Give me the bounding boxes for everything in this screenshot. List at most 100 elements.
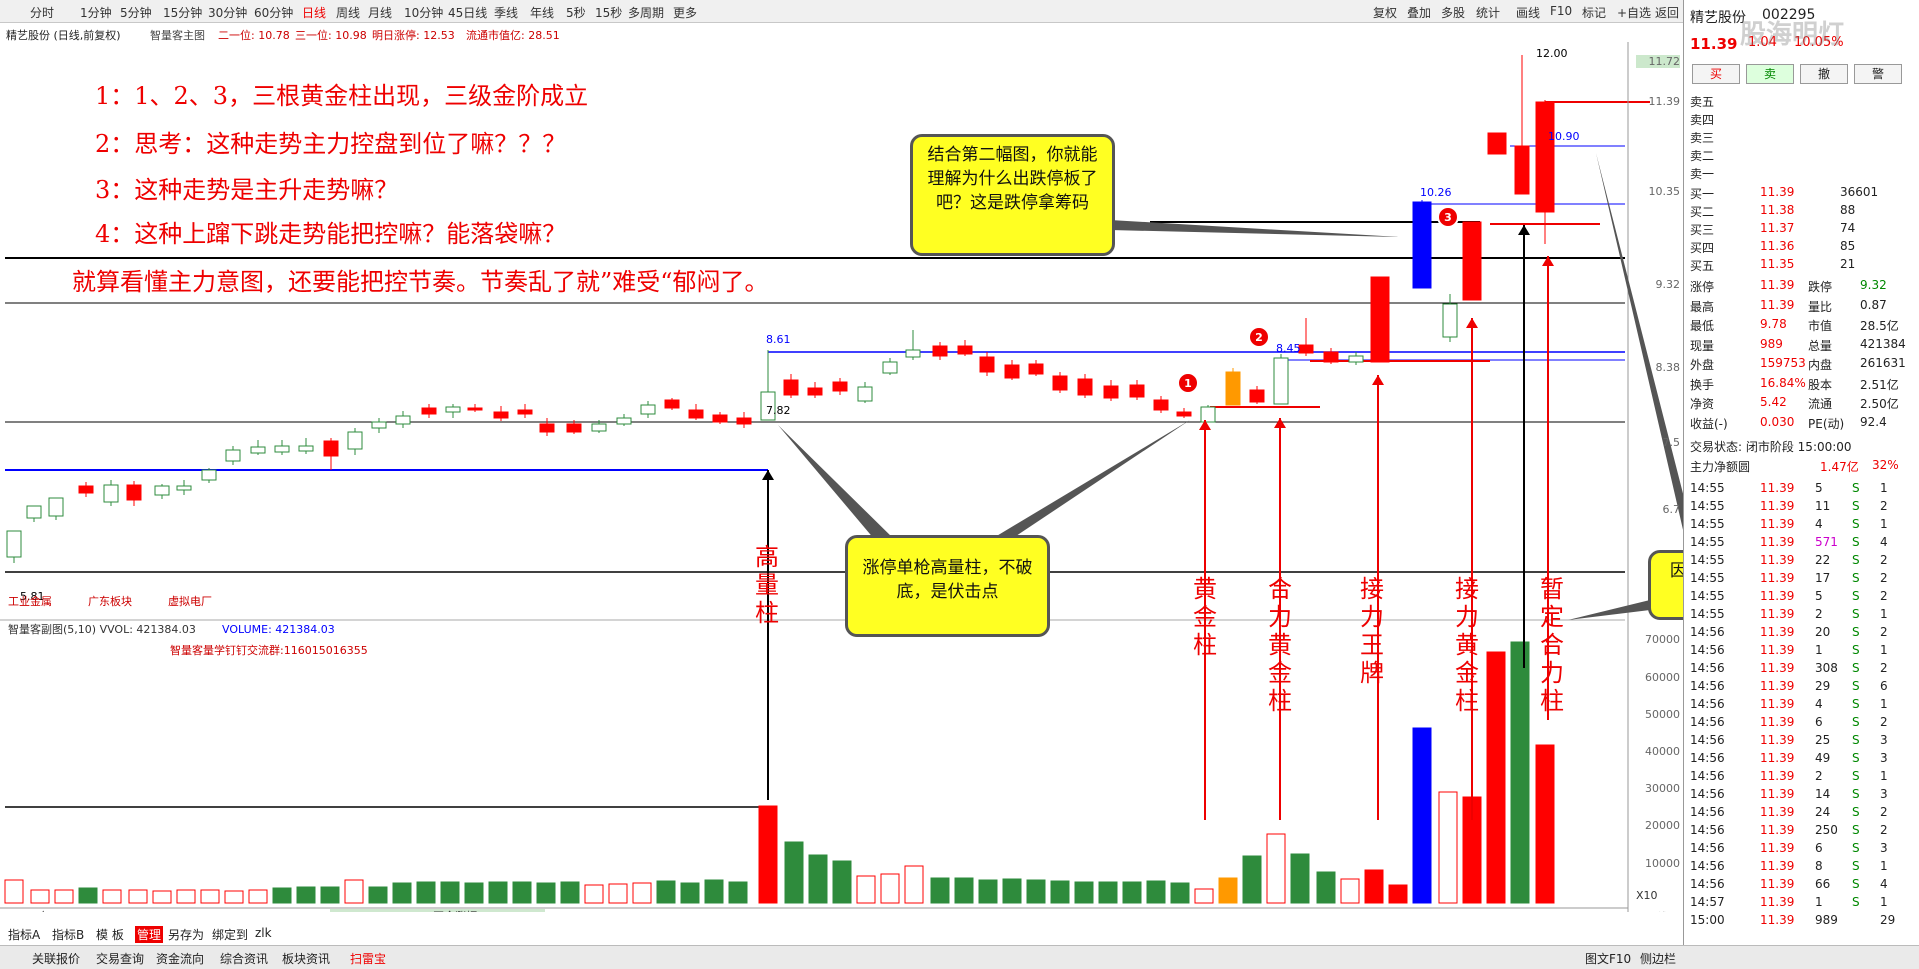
quote-cell: S	[1852, 805, 1860, 819]
indicator-tab[interactable]: 模 板	[96, 926, 124, 943]
candle-body	[736, 417, 752, 425]
quote-cell: 11.39	[1760, 553, 1795, 567]
toolbar-button[interactable]: F10	[1550, 4, 1572, 18]
indicator-tab[interactable]: 指标A	[8, 926, 40, 943]
period-tab[interactable]: 日线	[302, 4, 326, 21]
quote-cell: 11.39	[1760, 877, 1795, 891]
volume-bar	[930, 877, 950, 904]
toolbar-button[interactable]: 返回	[1655, 4, 1679, 21]
volume-bar	[176, 889, 196, 904]
quote-cell: 11.39	[1760, 895, 1795, 909]
indicator-tab[interactable]: zlk	[255, 926, 272, 940]
sector-tag: 广东板块	[88, 594, 132, 608]
indicator-tab[interactable]: 管理	[135, 926, 164, 943]
period-tab[interactable]: 60分钟	[254, 4, 293, 21]
period-tab[interactable]: 月线	[368, 4, 392, 21]
f10-button[interactable]: 图文F10	[1585, 950, 1631, 967]
period-tab[interactable]: 1分钟	[80, 4, 112, 21]
period-tab[interactable]: 年线	[530, 4, 554, 21]
candle-body	[274, 445, 290, 453]
period-tab[interactable]: 多周期	[628, 4, 664, 21]
candle-body	[1004, 364, 1020, 379]
volume-bar	[152, 890, 172, 904]
quote-cell: 11	[1815, 499, 1831, 513]
golden-marker-num: 3	[1444, 211, 1452, 224]
quote-cell: 卖五	[1690, 95, 1715, 109]
period-tab[interactable]: 周线	[336, 4, 360, 21]
quote-cell: 3	[1880, 787, 1888, 801]
buy-button[interactable]: 买	[1692, 64, 1740, 84]
quote-cell: 0.87	[1860, 297, 1887, 312]
info-tab[interactable]: 板块资讯	[282, 950, 330, 967]
sidebar-button[interactable]: 侧边栏	[1640, 950, 1676, 967]
volume-bar	[320, 886, 340, 904]
quote-cell: 11.39	[1760, 481, 1795, 495]
period-tab[interactable]: 5分钟	[120, 4, 152, 21]
quote-row: 外盘 159753 内盘 261631	[1690, 355, 1913, 373]
toolbar-button[interactable]: 多股	[1441, 4, 1465, 21]
price-tick: 8.38	[1655, 361, 1681, 374]
indicator-name[interactable]: 智量客主图	[150, 27, 205, 43]
period-tab[interactable]: 15分钟	[163, 4, 202, 21]
quote-cell: 11.39	[1760, 679, 1795, 693]
quote-cell: 14:55	[1690, 607, 1725, 621]
period-tab[interactable]: 更多	[673, 4, 697, 21]
candle-body	[1153, 399, 1169, 411]
volume-bar	[978, 879, 998, 904]
quote-cell: 6	[1815, 715, 1823, 729]
annotation-5: 就算看懂主力意图，还要能把控节奏。节奏乱了就”难受“郁闷了。	[72, 268, 769, 296]
quote-row: 14:55 11.39 22 S 2	[1690, 552, 1913, 570]
quote-cell: 2	[1815, 769, 1823, 783]
period-tab[interactable]: 10分钟	[404, 4, 443, 21]
indicator-tab[interactable]: 绑定到	[212, 926, 248, 943]
candle-body	[1200, 406, 1216, 423]
quote-cell: 2	[1880, 589, 1888, 603]
period-tab[interactable]: 季线	[494, 4, 518, 21]
volume-bar	[78, 887, 98, 904]
toolbar-button[interactable]: 统计	[1476, 4, 1500, 21]
sector-tag: 工业金属	[8, 594, 52, 608]
volume-bar	[1388, 884, 1408, 904]
label-provisional: 暂定合力柱	[1540, 575, 1564, 715]
sell-button[interactable]: 卖	[1746, 64, 1794, 84]
cancel-button[interactable]: 撤	[1800, 64, 1848, 84]
period-tab[interactable]: 45日线	[448, 4, 487, 21]
volume-bar	[4, 879, 24, 904]
toolbar-button[interactable]: +自选	[1617, 4, 1651, 21]
candle-body	[1535, 101, 1555, 213]
period-tab[interactable]: 30分钟	[208, 4, 247, 21]
period-tab[interactable]: 5秒	[566, 4, 586, 21]
volume-bar	[416, 881, 436, 904]
label-high-volume: 高量柱	[755, 543, 779, 627]
info-tab[interactable]: 综合资讯	[220, 950, 268, 967]
quote-cell: 11.39	[1760, 571, 1795, 585]
quote-cell: 92.4	[1860, 414, 1887, 429]
quote-cell: 3	[1880, 751, 1888, 765]
indicator-tab[interactable]: 另存为	[168, 926, 204, 943]
toolbar-button[interactable]: 复权	[1373, 4, 1397, 21]
info-tab[interactable]: 关联报价	[32, 950, 80, 967]
quote-cell: 市值	[1808, 319, 1833, 333]
info-tab[interactable]: 资金流向	[156, 950, 204, 967]
quote-cell: 1	[1880, 859, 1888, 873]
period-tab[interactable]: 分时	[30, 4, 54, 21]
alert-button[interactable]: 警	[1854, 64, 1902, 84]
candle-body	[591, 423, 607, 432]
toolbar-button[interactable]: 标记	[1582, 4, 1606, 21]
volume-tick: 30000	[1645, 782, 1680, 795]
quote-cell: 14	[1815, 787, 1831, 801]
quote-row: 14:56 11.39 49 S 3	[1690, 750, 1913, 768]
indicator-tab[interactable]: 指标B	[52, 926, 84, 943]
quote-cell: 14:56	[1690, 643, 1725, 657]
toolbar-button[interactable]: 画线	[1516, 4, 1540, 21]
quote-cell: 1	[1880, 697, 1888, 711]
info-tab[interactable]: 交易查询	[96, 950, 144, 967]
volume-tick: 40000	[1645, 745, 1680, 758]
quote-cell: 买三	[1690, 223, 1715, 237]
info-tab[interactable]: 扫雷宝	[350, 950, 386, 967]
toolbar-button[interactable]: 叠加	[1407, 4, 1431, 21]
quote-cell: 1	[1815, 895, 1823, 909]
quote-cell: 5.42	[1760, 395, 1787, 409]
candle-body	[371, 421, 387, 429]
period-tab[interactable]: 15秒	[595, 4, 622, 21]
